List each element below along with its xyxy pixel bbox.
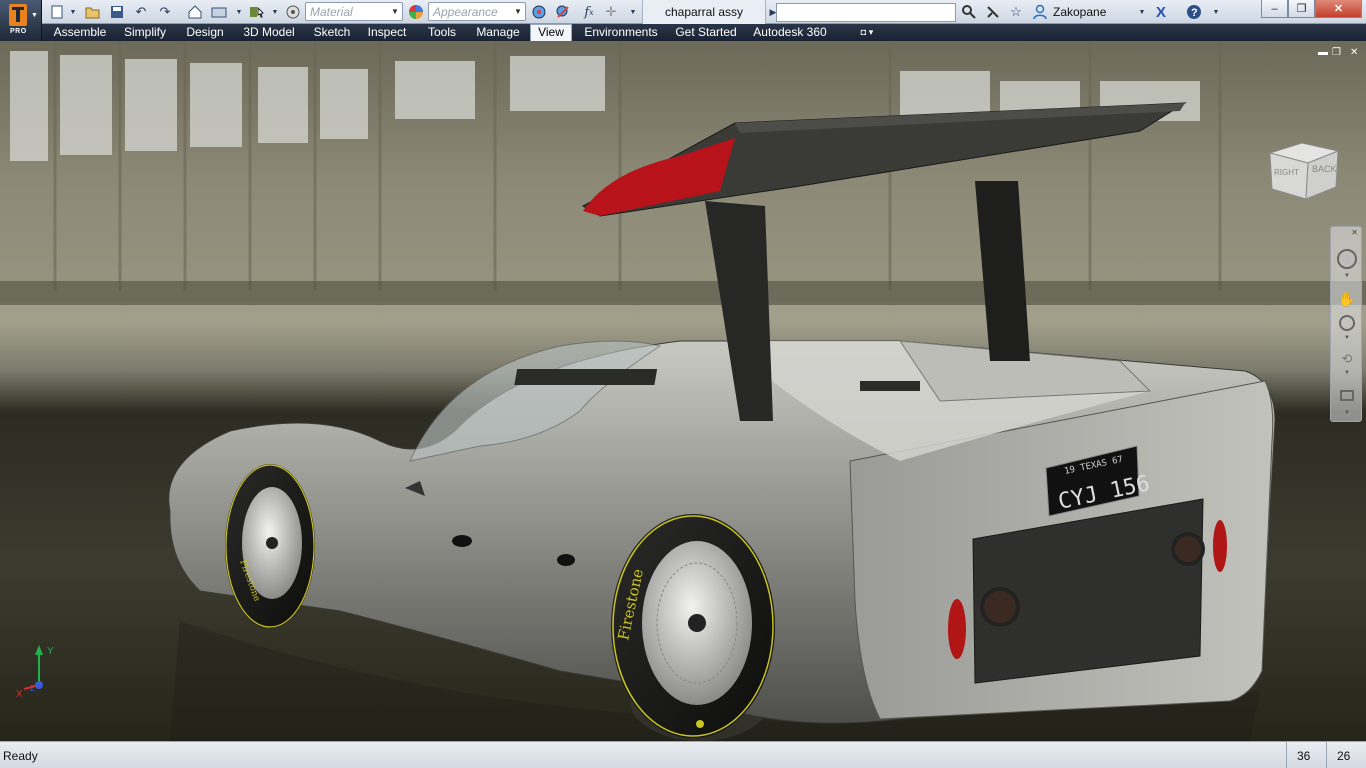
tab-assemble[interactable]: Assemble bbox=[48, 24, 112, 41]
color-icon[interactable] bbox=[407, 3, 425, 21]
redo-icon[interactable]: ↷ bbox=[156, 3, 174, 21]
restore-button[interactable]: ❐ bbox=[1288, 0, 1315, 18]
svg-text:?: ? bbox=[1191, 7, 1198, 19]
user-name[interactable]: Zakopane bbox=[1053, 5, 1106, 19]
inventor-window: PRO ▼ ▼ ↶ ↷ ▼ ▼ Material ▼ Appearance ▼ … bbox=[0, 0, 1366, 768]
communication-center-icon[interactable] bbox=[984, 3, 1002, 21]
search-input[interactable] bbox=[776, 3, 956, 22]
tab-tools[interactable]: Tools bbox=[422, 24, 462, 41]
viewport-minimize-icon[interactable]: ▬ bbox=[1318, 47, 1328, 58]
status-occurrence-count: 36 bbox=[1286, 742, 1326, 768]
viewcube-face-back[interactable]: BACK bbox=[1312, 164, 1337, 174]
appearance-placeholder: Appearance bbox=[433, 5, 498, 19]
chevron-down-icon: ▼ bbox=[391, 7, 399, 16]
tab-get-started[interactable]: Get Started bbox=[672, 24, 740, 41]
clear-appearance-icon[interactable] bbox=[530, 3, 548, 21]
user-icon[interactable] bbox=[1031, 3, 1049, 21]
chevron-down-icon[interactable]: ▼ bbox=[1344, 370, 1350, 376]
undo-icon[interactable]: ↶ bbox=[132, 3, 150, 21]
tab-simplify[interactable]: Simplify bbox=[118, 24, 172, 41]
open-icon[interactable] bbox=[84, 3, 102, 21]
front-wheel: Firestone bbox=[225, 464, 315, 628]
close-icon[interactable]: ✕ bbox=[1351, 228, 1358, 237]
edition-badge: PRO bbox=[10, 28, 27, 35]
document-title: chaparral assy bbox=[642, 0, 766, 24]
chevron-down-icon[interactable]: ▼ bbox=[230, 3, 248, 21]
search-icon[interactable] bbox=[960, 3, 978, 21]
chevron-down-icon[interactable]: ▼ bbox=[1344, 335, 1350, 341]
favorites-icon[interactable]: ☆ bbox=[1007, 3, 1025, 21]
tab-environments[interactable]: Environments bbox=[580, 24, 662, 41]
axis-x-label: X bbox=[16, 689, 23, 700]
ribbon-tab-bar: Assemble Simplify Design 3D Model Sketch… bbox=[42, 24, 1366, 41]
axis-z-label: Z bbox=[30, 684, 35, 693]
chevron-down-icon[interactable]: ▼ bbox=[1344, 273, 1350, 279]
navigation-bar: ✕ ▼ ✋ ▼ ⟲ ▼ ▼ bbox=[1330, 226, 1362, 422]
chevron-down-icon: ▼ bbox=[31, 12, 38, 19]
ribbon-minimize-icon[interactable]: ◘ ▾ bbox=[854, 24, 880, 41]
add-icon[interactable]: ✛ bbox=[602, 3, 620, 21]
quick-access-toolbar: ▼ ↶ ↷ ▼ ▼ Material ▼ Appearance ▼ f x ✛ … bbox=[0, 0, 1366, 24]
customize-navbar-icon[interactable]: ▼ bbox=[1344, 410, 1350, 416]
help-icon[interactable]: ? bbox=[1185, 3, 1203, 21]
orbit-icon[interactable]: ⟲ bbox=[1337, 349, 1357, 369]
exchange-icon[interactable]: X bbox=[1152, 3, 1170, 21]
customize-icon[interactable]: ▼ bbox=[624, 3, 642, 21]
tab-sketch[interactable]: Sketch bbox=[310, 24, 354, 41]
tab-design[interactable]: Design bbox=[182, 24, 228, 41]
minimize-button[interactable]: ‒ bbox=[1261, 0, 1288, 18]
appearance-dropdown[interactable]: Appearance ▼ bbox=[428, 2, 526, 21]
pan-icon[interactable]: ✋ bbox=[1337, 289, 1357, 309]
lookat-icon[interactable] bbox=[1337, 385, 1357, 405]
chevron-down-icon[interactable]: ▼ bbox=[266, 3, 284, 21]
zoom-icon[interactable] bbox=[1339, 315, 1355, 331]
tab-view[interactable]: View bbox=[530, 24, 572, 41]
close-button[interactable]: ✕ bbox=[1315, 0, 1362, 18]
adjust-icon[interactable] bbox=[284, 3, 302, 21]
fx-icon[interactable]: fx bbox=[580, 3, 598, 21]
home-icon[interactable] bbox=[186, 3, 204, 21]
viewport-restore-icon[interactable]: ❐ bbox=[1332, 47, 1341, 58]
chevron-down-icon[interactable]: ▼ bbox=[64, 3, 82, 21]
viewcube-face-right[interactable]: RIGHT bbox=[1274, 168, 1299, 177]
rear-wheel: Firestone bbox=[611, 514, 775, 738]
application-menu-button[interactable]: PRO ▼ bbox=[0, 0, 42, 41]
material-dropdown[interactable]: Material ▼ bbox=[305, 2, 403, 21]
steeringwheel-icon[interactable] bbox=[1337, 249, 1357, 269]
update-icon[interactable] bbox=[210, 3, 228, 21]
material-placeholder: Material bbox=[310, 5, 353, 19]
chevron-down-icon[interactable]: ▼ bbox=[1133, 3, 1151, 21]
tab-3d-model[interactable]: 3D Model bbox=[238, 24, 300, 41]
viewcube[interactable]: RIGHT BACK bbox=[1268, 141, 1340, 206]
status-bar: Ready 36 26 bbox=[0, 741, 1366, 768]
chevron-down-icon: ▼ bbox=[514, 7, 522, 16]
inventor-logo-icon bbox=[9, 4, 27, 26]
graphics-viewport[interactable]: 19 TEXAS 67 CYJ 156 Firestone Firestone … bbox=[0, 41, 1366, 741]
viewport-scene: 19 TEXAS 67 CYJ 156 Firestone Firestone bbox=[0, 41, 1366, 741]
axis-y-label: Y bbox=[47, 646, 54, 657]
select-icon[interactable] bbox=[248, 3, 266, 21]
status-text: Ready bbox=[3, 749, 38, 763]
axis-triad: Y X Z bbox=[16, 645, 54, 700]
tab-inspect[interactable]: Inspect bbox=[364, 24, 410, 41]
viewport-close-icon[interactable]: ✕ bbox=[1350, 47, 1358, 58]
chevron-down-icon[interactable]: ▼ bbox=[1207, 3, 1225, 21]
tab-autodesk-360[interactable]: Autodesk 360 bbox=[750, 24, 830, 41]
status-file-count: 26 bbox=[1326, 742, 1366, 768]
tab-manage[interactable]: Manage bbox=[472, 24, 524, 41]
adjust-appearance-icon[interactable] bbox=[554, 3, 572, 21]
save-icon[interactable] bbox=[108, 3, 126, 21]
